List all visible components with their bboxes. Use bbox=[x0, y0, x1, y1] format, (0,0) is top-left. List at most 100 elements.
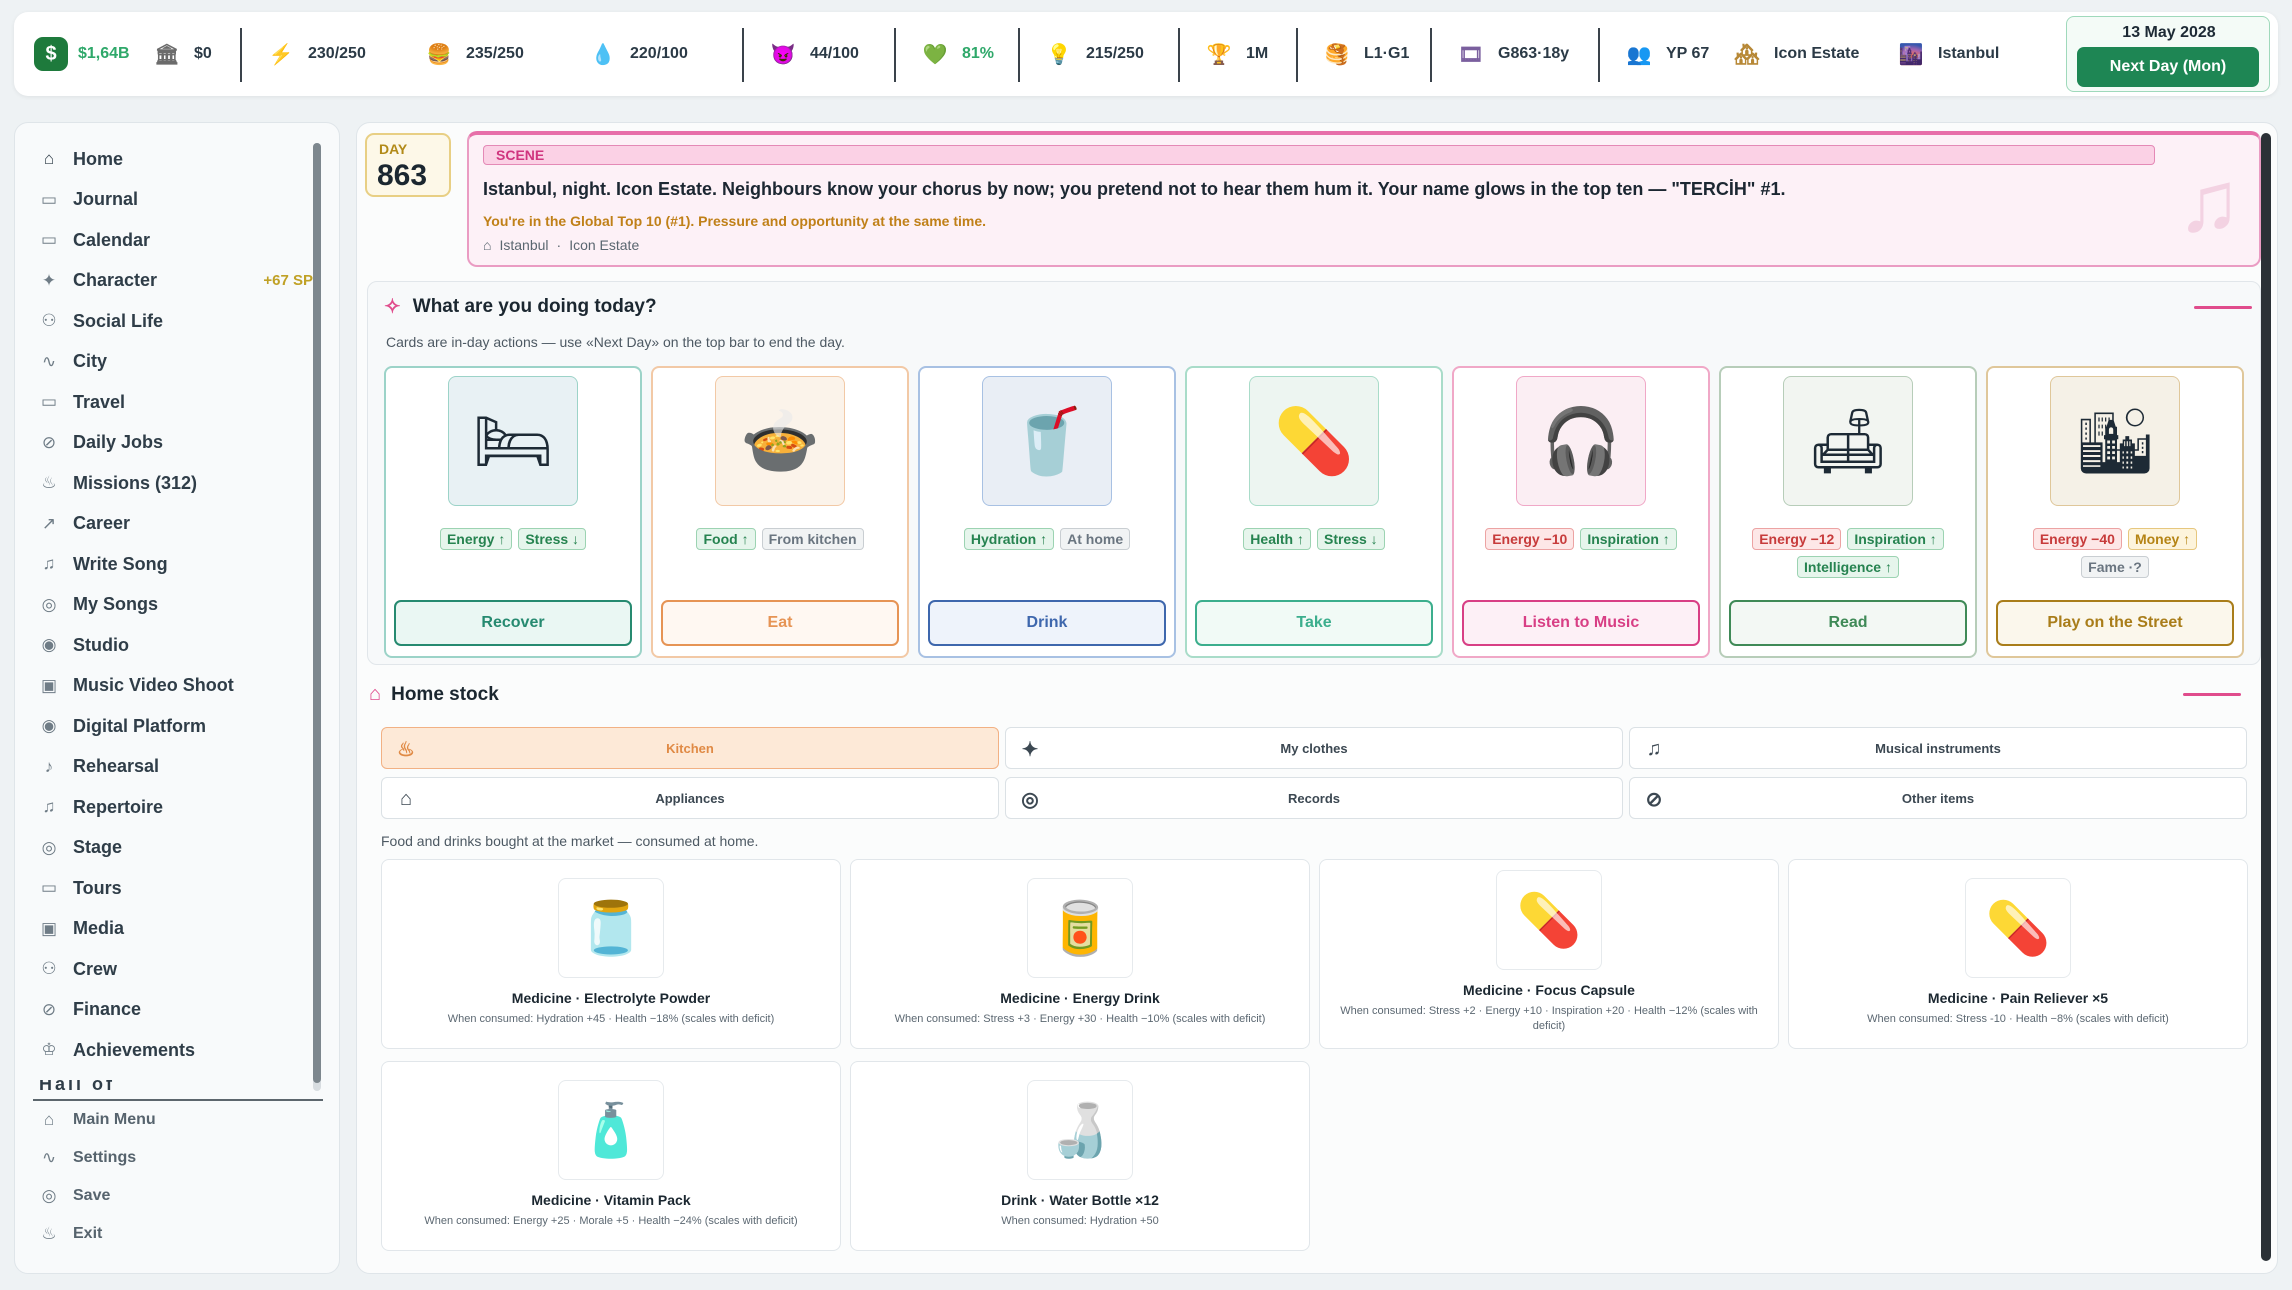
day-number: 863 bbox=[377, 159, 428, 192]
scene-location: ⌂ Istanbul · Icon Estate bbox=[483, 237, 639, 253]
stock-item-card[interactable]: 🥫 Medicine · Energy Drink When consumed: S… bbox=[850, 859, 1310, 1049]
sidebar-item-label: Journal bbox=[73, 189, 139, 209]
effect-tags: Energy −12 Inspiration ↑ Intelligence ↑ bbox=[1729, 528, 1967, 578]
sidebar-item-label: Tours bbox=[73, 877, 122, 898]
effect-tag: At home bbox=[1060, 528, 1131, 550]
food-value: 235/250 bbox=[466, 45, 524, 62]
sidebar-item-label: Character bbox=[73, 270, 158, 290]
take-button[interactable]: Take bbox=[1195, 600, 1433, 646]
sidebar-item-hall-of-fame-partial[interactable]: Hall of Fame bbox=[39, 1080, 149, 1090]
stock-item-card[interactable]: 🫙 Medicine · Electrolyte Powder When consu… bbox=[381, 859, 841, 1049]
sidebar-item-digital-platform[interactable]: ◉ Digital Platform bbox=[39, 706, 313, 746]
sidebar-item-label: Write Song bbox=[73, 553, 168, 574]
sidebar-item-my-songs[interactable]: ◎ My Songs bbox=[39, 585, 313, 625]
trend-icon: ↗ bbox=[41, 513, 57, 533]
sidebar-item-daily-jobs[interactable]: ⊘ Daily Jobs bbox=[39, 423, 313, 463]
sidebar-scroll-thumb[interactable] bbox=[313, 143, 321, 1083]
sidebar-item-repertoire[interactable]: ♫ Repertoire bbox=[39, 787, 313, 827]
home-stat[interactable]: 🏘 Icon Estate bbox=[1730, 12, 1859, 96]
calendar-icon: ▭ bbox=[40, 189, 58, 209]
sidebar-item-journal[interactable]: ▭ Journal bbox=[39, 180, 313, 220]
sidebar-item-career[interactable]: ↗ Career bbox=[39, 504, 313, 544]
sidebar-item-city[interactable]: ∿ City bbox=[39, 342, 313, 382]
sidebar: ⌂ Home ▭ Journal ▭ Calendar ✦ Character +67 SP ⚇ S… bbox=[14, 122, 340, 1274]
sidebar-item-label: Crew bbox=[73, 958, 118, 979]
record-icon: ◎ bbox=[1021, 788, 1039, 811]
scene-subtext: You're in the Global Top 10 (#1). Pressu… bbox=[483, 213, 987, 229]
stock-item-card[interactable]: 🧴 Medicine · Vitamin Pack When consumed: E… bbox=[381, 1061, 841, 1251]
sidebar-item-social-life[interactable]: ⚇ Social Life bbox=[39, 301, 313, 341]
level-value: L1·G1 bbox=[1364, 45, 1410, 62]
sidebar-item-media[interactable]: ▣ Media bbox=[39, 909, 313, 949]
scene-text: Istanbul, night. Icon Estate. Neighbours… bbox=[483, 179, 1786, 199]
inspiration-value: 215/250 bbox=[1086, 45, 1144, 62]
sidebar-scrollbar[interactable] bbox=[313, 143, 321, 1091]
menu-item-save[interactable]: ◎ Save bbox=[39, 1179, 111, 1213]
calendar-icon: ▭ bbox=[40, 230, 58, 249]
stock-item-card[interactable]: 🍶 Drink · Water Bottle ×12 When consumed: … bbox=[850, 1061, 1310, 1251]
stock-item-card[interactable]: 💊 Medicine · Focus Capsule When consumed: … bbox=[1319, 859, 1779, 1049]
eat-button[interactable]: Eat bbox=[661, 600, 899, 646]
effect-tag: Energy −12 bbox=[1752, 528, 1842, 550]
sidebar-item-achievements[interactable]: ♔ Achievements bbox=[39, 1030, 313, 1070]
play-street-button[interactable]: Play on the Street bbox=[1996, 600, 2234, 646]
next-day-button[interactable]: Next Day (Mon) bbox=[2077, 47, 2259, 87]
hydration-value: 220/100 bbox=[630, 45, 688, 62]
day-counter: DAY 863 bbox=[365, 133, 451, 197]
sidebar-item-write-song[interactable]: ♫ Write Song bbox=[39, 544, 313, 584]
sidebar-item-label: Daily Jobs bbox=[73, 432, 164, 452]
music-note-icon: ♫ bbox=[1646, 737, 1662, 760]
sidebar-item-crew[interactable]: ⚇ Crew bbox=[39, 949, 313, 989]
home-icon: ⌂ bbox=[483, 237, 492, 253]
sidebar-item-travel[interactable]: ▭ Travel bbox=[39, 382, 313, 422]
listen-music-button[interactable]: Listen to Music bbox=[1462, 600, 1700, 646]
menu-item-settings[interactable]: ∿ Settings bbox=[39, 1141, 136, 1175]
stock-item-card[interactable]: 💊 Medicine · Pain Reliever ×5 When consume… bbox=[1788, 859, 2248, 1049]
effect-tag: Health ↑ bbox=[1243, 528, 1311, 550]
tab-other-items[interactable]: ⊘ Other items bbox=[1629, 777, 2247, 819]
read-button[interactable]: Read bbox=[1729, 600, 1967, 646]
item-name: Drink · Water Bottle ×12 bbox=[1001, 1192, 1159, 1208]
tab-kitchen[interactable]: ♨ Kitchen bbox=[381, 727, 999, 769]
menu-item-main-menu[interactable]: ⌂ Main Menu bbox=[39, 1103, 156, 1137]
current-date: 13 May 2028 bbox=[2122, 24, 2216, 41]
accent-line bbox=[2194, 306, 2252, 309]
item-effects: When consumed: Energy +25 · Morale +5 · … bbox=[424, 1215, 798, 1227]
sidebar-item-rehearsal[interactable]: ♪ Rehearsal bbox=[39, 747, 313, 787]
main-scrollbar[interactable] bbox=[2261, 133, 2271, 1261]
sidebar-item-music-video-shoot[interactable]: ▣ Music Video Shoot bbox=[39, 666, 313, 706]
action-card-listen-music: 🎧 Energy −10 Inspiration ↑ Listen to Music bbox=[1452, 366, 1710, 658]
home-icon: ⌂ bbox=[43, 149, 55, 168]
tab-my-clothes[interactable]: ✦ My clothes bbox=[1005, 727, 1623, 769]
actions-title-text: What are you doing today? bbox=[412, 295, 657, 317]
home-icon: ⌂ bbox=[399, 787, 413, 810]
sidebar-item-calendar[interactable]: ▭ Calendar bbox=[39, 220, 313, 260]
sidebar-item-label: Music Video Shoot bbox=[73, 675, 234, 695]
sidebar-item-label: Media bbox=[73, 918, 125, 938]
sidebar-item-character[interactable]: ✦ Character +67 SP bbox=[39, 261, 313, 301]
action-card-play-street: 🏙 Energy −40 Money ↑ Fame ·? Play on the Str… bbox=[1986, 366, 2244, 658]
sidebar-item-tours[interactable]: ▭ Tours bbox=[39, 868, 313, 908]
divider bbox=[1296, 28, 1298, 82]
menu-item-exit[interactable]: ♨ Exit bbox=[39, 1217, 102, 1251]
tab-musical-instruments[interactable]: ♫ Musical instruments bbox=[1629, 727, 2247, 769]
tab-label: My clothes bbox=[1280, 740, 1348, 756]
sidebar-item-label: Achievements bbox=[73, 1039, 196, 1060]
people-icon: ⚇ bbox=[41, 311, 57, 330]
tab-records[interactable]: ◎ Records bbox=[1005, 777, 1623, 819]
hydration-stat: 💧 220/100 bbox=[586, 12, 688, 96]
recover-button[interactable]: Recover bbox=[394, 600, 632, 646]
sidebar-item-home[interactable]: ⌂ Home bbox=[39, 139, 313, 179]
sidebar-item-studio[interactable]: ◉ Studio bbox=[39, 625, 313, 665]
camera-icon: ▣ bbox=[40, 918, 58, 938]
city-stat[interactable]: 🌆 Istanbul bbox=[1894, 12, 2000, 96]
sidebar-item-stage[interactable]: ◎ Stage bbox=[39, 828, 313, 868]
tab-appliances[interactable]: ⌂ Appliances bbox=[381, 777, 999, 819]
item-name: Medicine · Pain Reliever ×5 bbox=[1927, 990, 2109, 1006]
music-note-icon: ♫ bbox=[42, 554, 56, 573]
item-image: 🍶 bbox=[1027, 1080, 1133, 1180]
daily-actions-panel: ✧ What are you doing today? Cards are in… bbox=[367, 281, 2261, 665]
sidebar-item-finance[interactable]: ⊘ Finance bbox=[39, 990, 313, 1030]
sidebar-item-missions-312[interactable]: ♨ Missions (312) bbox=[39, 463, 313, 503]
drink-button[interactable]: Drink bbox=[928, 600, 1166, 646]
